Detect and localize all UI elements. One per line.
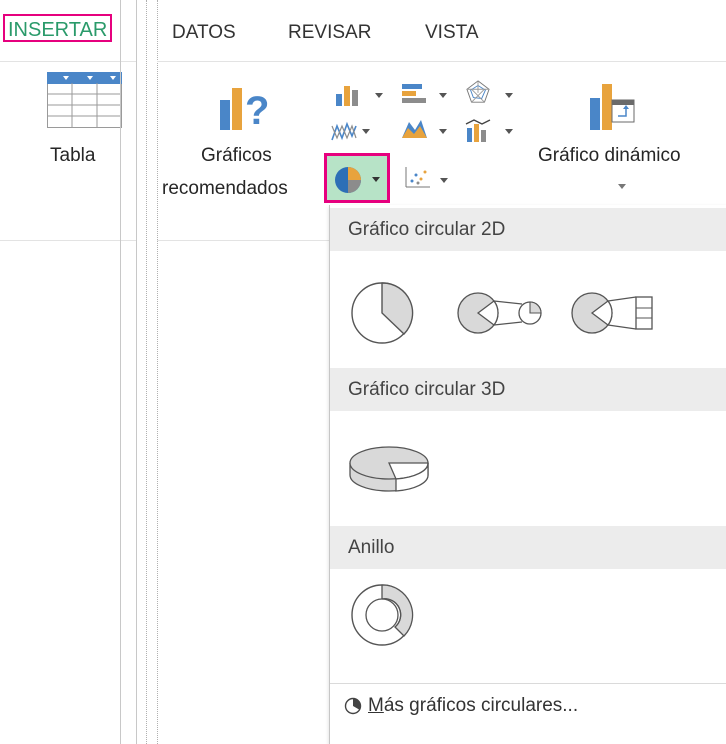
pivot-chart-label[interactable]: Gráfico dinámico [538,145,681,167]
column-chart-icon[interactable] [334,82,362,106]
ribbon-tabs: DATOS REVISAR VISTA [157,14,726,48]
left-ribbon-panel: INSERTAR Tabla [0,0,136,744]
doughnut-chart-icon[interactable] [350,583,414,647]
chevron-down-icon [372,177,380,182]
more-link-text: ás gráficos circulares... [383,695,579,716]
divider [157,61,726,62]
recommended-charts-label-2[interactable]: recomendados [162,178,288,200]
pie-2d-icon[interactable] [350,281,414,345]
area-chart-icon[interactable] [400,116,428,140]
bar-of-pie-icon[interactable] [570,285,660,341]
chevron-down-icon[interactable] [505,93,513,98]
section-header-ring: Anillo [330,526,726,569]
recommended-charts-icon[interactable]: ? [216,80,274,132]
more-pie-charts-link[interactable]: Más gráficos circulares... [344,695,578,717]
chevron-down-icon[interactable] [439,93,447,98]
divider [136,0,137,744]
tab-vista[interactable]: VISTA [425,22,479,44]
chevron-down-icon[interactable] [375,93,383,98]
pie-3d-icon[interactable] [348,435,430,495]
section-header-3d: Gráfico circular 3D [330,368,726,411]
line-chart-icon[interactable] [330,120,358,144]
pie-small-icon [344,697,362,715]
svg-text:?: ? [245,89,269,132]
chevron-down-icon[interactable] [362,129,370,134]
tab-insertar[interactable]: INSERTAR [3,14,113,42]
scatter-chart-icon[interactable] [404,165,432,189]
table-icon[interactable] [47,72,122,128]
table-label[interactable]: Tabla [50,145,95,167]
divider [120,0,121,744]
section-header-2d: Gráfico circular 2D [330,208,726,251]
divider [0,61,136,62]
tab-revisar[interactable]: REVISAR [288,22,371,44]
chevron-down-icon[interactable] [505,129,513,134]
chevron-down-icon[interactable] [440,178,448,183]
divider [330,683,726,684]
divider [0,240,136,241]
divider [157,0,158,744]
bar-chart-icon[interactable] [400,82,428,106]
chevron-down-icon[interactable] [618,184,626,189]
tab-datos[interactable]: DATOS [172,22,236,44]
recommended-charts-label[interactable]: Gráficos [201,145,272,167]
pie-chart-dropdown: Gráfico circular 2D Gráfico circular 3D … [329,205,726,744]
radar-chart-icon[interactable] [464,80,492,104]
pie-of-pie-icon[interactable] [456,285,546,341]
chevron-down-icon[interactable] [439,129,447,134]
pie-chart-icon [335,167,361,193]
pie-chart-button[interactable] [324,153,390,203]
combo-chart-icon[interactable] [464,118,492,142]
more-link-accel: M [368,695,384,716]
divider [146,0,147,744]
pivot-chart-icon[interactable] [586,78,636,134]
